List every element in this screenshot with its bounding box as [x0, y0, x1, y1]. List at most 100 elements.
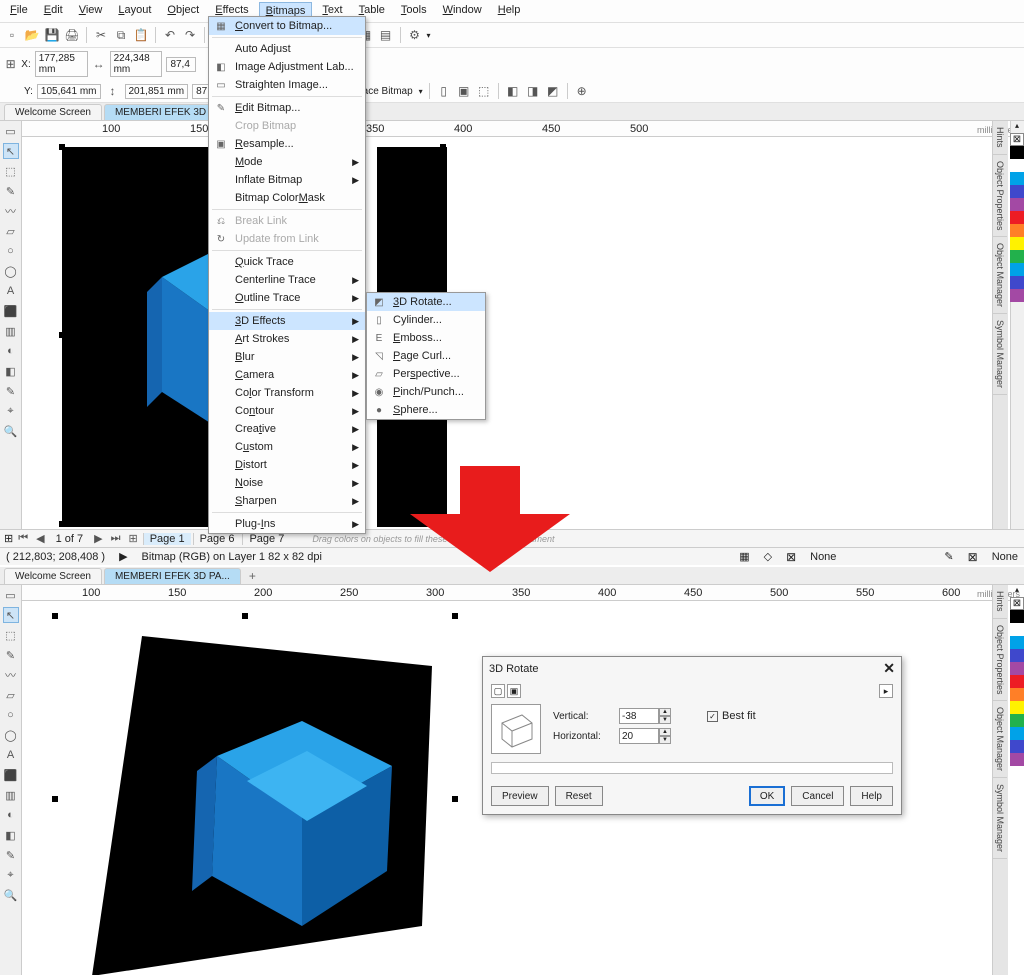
- color-swatch[interactable]: [1010, 172, 1024, 185]
- menuitem[interactable]: 3D Effects▶: [209, 312, 365, 330]
- menuitem[interactable]: Contour▶: [209, 402, 365, 420]
- docker-tab[interactable]: Object Manager: [993, 237, 1007, 314]
- page-prev[interactable]: ◀: [33, 532, 47, 545]
- page-last[interactable]: ⏭: [108, 532, 124, 545]
- dlg-tab-end[interactable]: ▸: [879, 684, 893, 698]
- color-swatch[interactable]: [1010, 289, 1024, 302]
- cancel-button[interactable]: Cancel: [791, 786, 844, 806]
- tool-0[interactable]: ▭: [3, 123, 19, 139]
- cut-icon[interactable]: ✂: [93, 27, 109, 43]
- menuitem[interactable]: Mode▶: [209, 153, 365, 171]
- docker-tab[interactable]: Hints: [993, 585, 1007, 619]
- horz-up[interactable]: ▲: [659, 728, 671, 736]
- tool-0[interactable]: ▭: [3, 587, 19, 603]
- menuitem[interactable]: ▱Perspective...: [367, 365, 485, 383]
- tool-5[interactable]: ▱: [3, 687, 19, 703]
- menuitem[interactable]: ◹Page Curl...: [367, 347, 485, 365]
- menuitem[interactable]: Sharpen▶: [209, 492, 365, 510]
- menuitem[interactable]: Centerline Trace▶: [209, 271, 365, 289]
- color-swatch[interactable]: [1010, 185, 1024, 198]
- tool-15[interactable]: 🔍: [3, 423, 19, 439]
- close-icon[interactable]: ✕: [883, 660, 895, 677]
- docker-tab[interactable]: Object Properties: [993, 155, 1007, 238]
- paste-icon[interactable]: 📋: [133, 27, 149, 43]
- menuitem[interactable]: Custom▶: [209, 438, 365, 456]
- tool-4[interactable]: 〰: [3, 667, 19, 683]
- tool-13[interactable]: ✎: [3, 847, 19, 863]
- menu-view[interactable]: View: [73, 2, 109, 20]
- w-value[interactable]: 224,348 mm: [110, 51, 163, 77]
- tool-11[interactable]: ◐: [3, 807, 19, 823]
- undo-icon[interactable]: ↶: [162, 27, 178, 43]
- tool-14[interactable]: ⌖: [3, 403, 19, 419]
- menu-layout[interactable]: Layout: [112, 2, 157, 20]
- open-icon[interactable]: 📂: [24, 27, 40, 43]
- menuitem[interactable]: ◧Image Adjustment Lab...: [209, 58, 365, 76]
- tool-10[interactable]: ▥: [3, 787, 19, 803]
- h-value[interactable]: 201,851 mm: [125, 84, 189, 99]
- menuitem[interactable]: ▭Straighten Image...: [209, 76, 365, 94]
- doc-tab[interactable]: Welcome Screen: [4, 104, 102, 120]
- color-swatch[interactable]: [1010, 636, 1024, 649]
- menuitem[interactable]: Quick Trace: [209, 253, 365, 271]
- color-swatch[interactable]: [1010, 263, 1024, 276]
- page-next[interactable]: ▶: [91, 532, 105, 545]
- no-color[interactable]: ⊠: [1010, 133, 1024, 146]
- color-swatch[interactable]: [1010, 623, 1024, 636]
- align3-icon[interactable]: ◩: [545, 83, 561, 99]
- page-tab-6[interactable]: Page 6: [193, 533, 241, 545]
- copy-icon[interactable]: ⧉: [113, 27, 129, 43]
- launch-icon[interactable]: ⚙: [407, 27, 423, 43]
- opt3-icon[interactable]: ⬚: [476, 83, 492, 99]
- color-swatch[interactable]: [1010, 159, 1024, 172]
- scalex-value[interactable]: 87,4: [166, 57, 196, 72]
- tool-2[interactable]: ⬚: [3, 627, 19, 643]
- docker-tab[interactable]: Hints: [993, 121, 1007, 155]
- vert-down[interactable]: ▼: [659, 716, 671, 724]
- menuitem[interactable]: Color Transform▶: [209, 384, 365, 402]
- tool-12[interactable]: ◧: [3, 827, 19, 843]
- page-add2[interactable]: ⊞: [126, 532, 141, 545]
- menuitem[interactable]: Bitmap Color Mask: [209, 189, 365, 207]
- preview-button[interactable]: Preview: [491, 786, 549, 806]
- tool-15[interactable]: 🔍: [3, 887, 19, 903]
- menuitem[interactable]: ◉Pinch/Punch...: [367, 383, 485, 401]
- play-icon[interactable]: ▶: [119, 550, 127, 563]
- color-swatch[interactable]: [1010, 224, 1024, 237]
- docker-tab[interactable]: Symbol Manager: [993, 314, 1007, 395]
- tool-3[interactable]: ✎: [3, 647, 19, 663]
- tool-6[interactable]: ○: [3, 707, 19, 723]
- menuitem[interactable]: ✎Edit Bitmap...: [209, 99, 365, 117]
- tool-14[interactable]: ⌖: [3, 867, 19, 883]
- bitmap-rotated[interactable]: [52, 621, 462, 975]
- doc-tab[interactable]: MEMBERI EFEK 3D PA...: [104, 568, 241, 584]
- menuitem[interactable]: EEmboss...: [367, 329, 485, 347]
- palette-up[interactable]: ▴: [1010, 121, 1024, 133]
- menuitem[interactable]: Inflate Bitmap▶: [209, 171, 365, 189]
- x-value[interactable]: 177,285 mm: [35, 51, 88, 77]
- page-tab-7[interactable]: Page 7: [242, 533, 290, 545]
- bestfit-check[interactable]: ✓Best fit: [707, 710, 756, 722]
- menu-tools[interactable]: Tools: [395, 2, 433, 20]
- tool-8[interactable]: A: [3, 747, 19, 763]
- menuitem[interactable]: ●Sphere...: [367, 401, 485, 419]
- menu-edit[interactable]: Edit: [38, 2, 69, 20]
- tool-3[interactable]: ✎: [3, 183, 19, 199]
- doc-tab[interactable]: Welcome Screen: [4, 568, 102, 584]
- tool-12[interactable]: ◧: [3, 363, 19, 379]
- dlg-tab2[interactable]: ▣: [507, 684, 521, 698]
- menu-window[interactable]: Window: [437, 2, 488, 20]
- fill-swatch[interactable]: ◇: [764, 550, 772, 563]
- vertical-input[interactable]: [619, 708, 659, 724]
- tool-1[interactable]: ↖: [3, 143, 19, 159]
- help-button[interactable]: Help: [850, 786, 893, 806]
- align1-icon[interactable]: ◧: [505, 83, 521, 99]
- tool-8[interactable]: A: [3, 283, 19, 299]
- crop-icon[interactable]: ▯: [436, 83, 452, 99]
- tool-7[interactable]: ◯: [3, 727, 19, 743]
- page-first[interactable]: ⏮: [15, 532, 31, 545]
- resample-icon[interactable]: ▣: [456, 83, 472, 99]
- redo-icon[interactable]: ↷: [182, 27, 198, 43]
- horizontal-input[interactable]: [619, 728, 659, 744]
- menuitem[interactable]: ◩3D Rotate...: [367, 293, 485, 311]
